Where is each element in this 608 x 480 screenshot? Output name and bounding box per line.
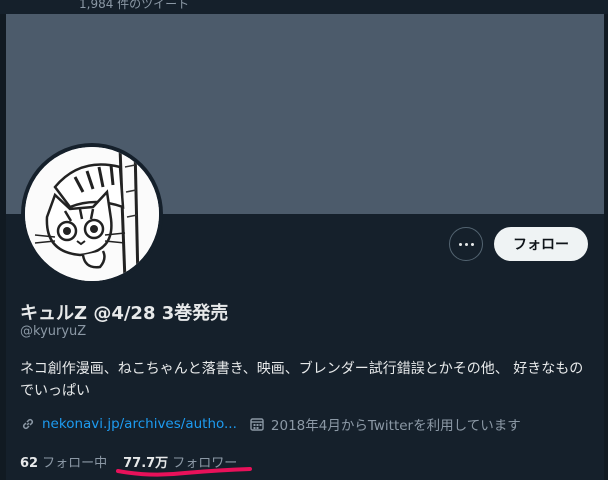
profile-website-link[interactable]: nekonavi.jp/archives/autho...	[42, 416, 237, 432]
calendar-icon	[249, 416, 265, 432]
profile-meta: nekonavi.jp/archives/autho... 2018年4月からT…	[20, 414, 521, 434]
follow-button[interactable]: フォロー	[494, 227, 588, 261]
link-icon	[20, 416, 36, 432]
more-options-button[interactable]	[449, 227, 483, 261]
profile-name: キュルZ @4/28 3巻発売	[20, 303, 229, 324]
avatar-image	[25, 147, 159, 281]
more-dots-icon	[457, 242, 475, 246]
following-link[interactable]: 62 フォロー中	[20, 452, 107, 471]
joined-date: 2018年4月からTwitterを利用しています	[249, 414, 521, 434]
avatar[interactable]	[21, 143, 163, 285]
profile-handle: @kyuryuZ	[20, 324, 87, 339]
profile-bio: ネコ創作漫画、ねこちゃんと落書き、映画、ブレンダー試行錯誤とかその他、 好きなも…	[20, 361, 584, 399]
joined-text: 2018年4月からTwitterを利用しています	[270, 418, 521, 434]
highlight-underline	[116, 467, 252, 477]
following-label: フォロー中	[42, 456, 108, 471]
following-count: 62	[20, 456, 39, 471]
tweet-count: 1,984 件のツイート	[79, 0, 190, 11]
profile-header-bar: 1,984 件のツイート	[0, 0, 608, 14]
window-frame-right	[604, 0, 608, 480]
